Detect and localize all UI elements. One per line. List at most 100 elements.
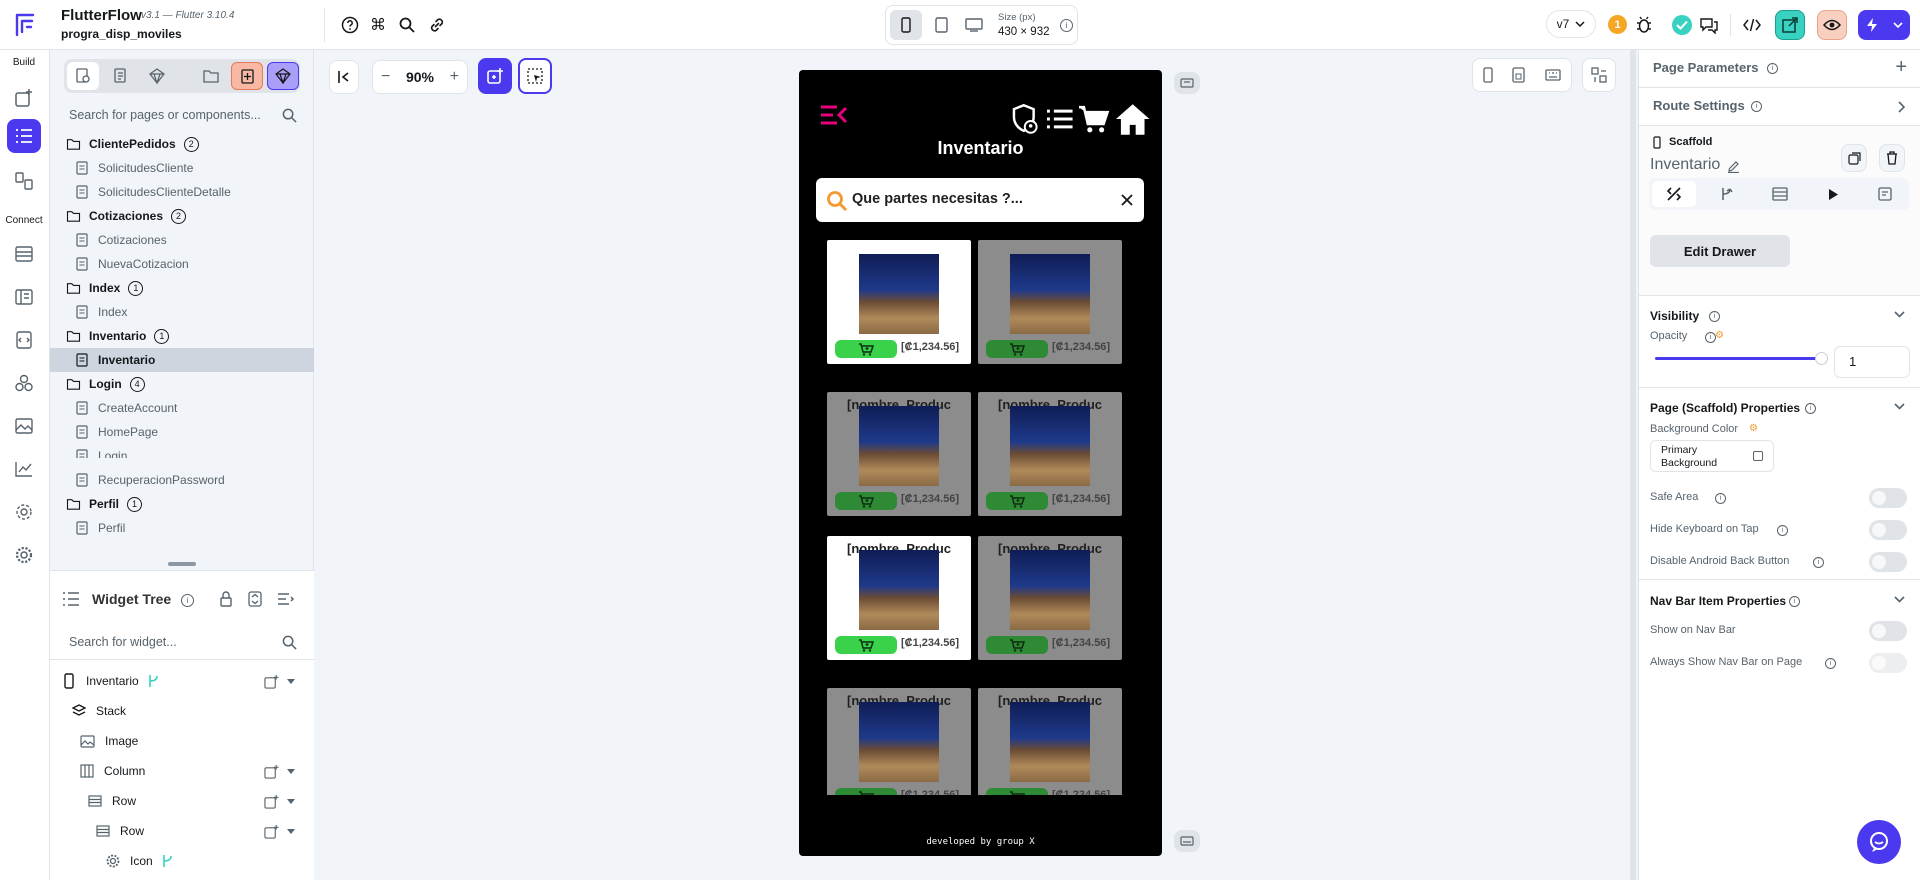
expand-collapse-icon[interactable] (247, 591, 263, 607)
page-item[interactable]: RecuperacionPassword (50, 468, 314, 492)
pages-tab-icon[interactable] (67, 62, 99, 90)
documentation-tab-icon[interactable] (1863, 181, 1907, 207)
page-item[interactable]: Index (50, 300, 314, 324)
library-tab-icon[interactable] (141, 62, 173, 90)
deploy-icon[interactable] (1775, 10, 1805, 40)
help-icon[interactable] (339, 14, 361, 36)
product-card[interactable]: [nombre_Produc [₡1,234.56] (827, 536, 971, 660)
always-nav-toggle[interactable] (1869, 653, 1907, 673)
backend-query-tab-icon[interactable] (1758, 181, 1802, 207)
add-child-widget-icon[interactable] (264, 673, 300, 689)
page-item[interactable]: SolicitudesClienteDetalle (50, 180, 314, 204)
canvas-scrollbar[interactable] (1630, 50, 1636, 880)
menu-close-icon[interactable] (819, 104, 849, 126)
widget-row-image[interactable]: Image (50, 726, 314, 756)
project-name[interactable]: progra_disp_moviles (61, 27, 182, 41)
opacity-variable-icon[interactable]: ⚙ (1715, 330, 1724, 341)
product-card[interactable]: [nombre_Produc [₡1,234.56] (827, 392, 971, 516)
add-child-widget-icon[interactable] (264, 763, 300, 779)
add-child-widget-icon[interactable] (264, 793, 300, 809)
command-icon[interactable]: ⌘ (367, 14, 389, 36)
bug-icon[interactable] (1632, 13, 1656, 37)
desktop-device-icon[interactable] (959, 10, 989, 40)
add-child-widget-icon[interactable] (264, 823, 300, 839)
hide-keyboard-toggle[interactable] (1869, 520, 1907, 540)
widget-tree-icon[interactable] (7, 119, 41, 153)
actions-tab-icon[interactable] (1705, 181, 1749, 207)
page-item[interactable]: NuevaCotizacion (50, 252, 314, 276)
zoom-in-button[interactable]: + (450, 68, 459, 86)
add-to-cart-button[interactable] (835, 788, 897, 795)
link-icon[interactable] (426, 14, 448, 36)
add-to-cart-button[interactable] (835, 492, 897, 510)
theme-icon[interactable] (9, 368, 39, 398)
select-tool-button[interactable] (518, 58, 552, 94)
panel-resize-handle[interactable] (168, 562, 196, 566)
product-card[interactable]: [₡1,234.56] (978, 240, 1122, 364)
page-item[interactable]: Login (50, 444, 314, 458)
properties-tab-icon[interactable] (1652, 181, 1696, 207)
tablet-device-icon[interactable] (926, 10, 956, 40)
widget-search-icon[interactable] (282, 635, 297, 650)
add-component-icon[interactable] (267, 62, 299, 90)
search-icon[interactable] (396, 14, 418, 36)
layout-toggle-button[interactable] (1582, 58, 1616, 92)
components-tab-icon[interactable] (104, 62, 136, 90)
add-parameter-icon[interactable]: + (1895, 56, 1907, 79)
widget-row-icon[interactable]: Icon (50, 846, 314, 876)
folder-clientepedidos[interactable]: ClientePedidos 2 (50, 132, 314, 156)
page-item-selected[interactable]: Inventario (50, 348, 314, 372)
code-icon[interactable] (1738, 11, 1766, 39)
add-to-cart-button[interactable] (986, 636, 1048, 654)
page-item[interactable]: Perfil (50, 516, 314, 540)
zoom-value[interactable]: 90% (406, 69, 434, 85)
edit-drawer-button[interactable]: Edit Drawer (1650, 235, 1790, 267)
zoom-out-button[interactable]: − (381, 68, 390, 86)
product-card[interactable]: [₡1,234.56] (827, 240, 971, 364)
page-search-icon[interactable] (282, 108, 297, 123)
folder-index[interactable]: Index 1 (50, 276, 314, 300)
folder-perfil[interactable]: Perfil 1 (50, 492, 314, 516)
route-settings-row[interactable]: Route Settings i (1639, 88, 1920, 126)
integrations-icon[interactable] (9, 497, 39, 527)
api-calls-icon[interactable] (9, 325, 39, 355)
widget-search-input[interactable]: Search for widget... (69, 635, 177, 649)
run-button[interactable] (1858, 10, 1910, 40)
chat-icon[interactable] (1697, 13, 1721, 37)
lock-icon[interactable] (219, 591, 233, 607)
custom-code-icon[interactable] (9, 454, 39, 484)
new-folder-icon[interactable] (195, 62, 227, 90)
status-check-icon[interactable] (1672, 15, 1692, 35)
duplicate-page-button[interactable] (1841, 144, 1867, 172)
add-to-cart-button[interactable] (986, 340, 1048, 358)
widget-row-stack[interactable]: Stack (50, 696, 314, 726)
folder-inventario[interactable]: Inventario 1 (50, 324, 314, 348)
media-assets-icon[interactable] (9, 411, 39, 441)
preview-eye-icon[interactable] (1817, 10, 1847, 40)
size-value[interactable]: 430 × 932 (998, 26, 1049, 38)
opacity-input[interactable]: 1 (1834, 346, 1910, 378)
widget-tree-info-icon[interactable]: i (181, 594, 194, 607)
disable-back-toggle[interactable] (1869, 552, 1907, 572)
product-card[interactable]: [nombre_Produc [₡1,234.56] (827, 688, 971, 795)
flutterflow-logo-icon[interactable] (14, 12, 38, 38)
size-info-icon[interactable]: i (1060, 19, 1073, 32)
product-card[interactable]: [nombre_Produc [₡1,234.56] (978, 536, 1122, 660)
phone-search-bar[interactable]: Que partes necesitas ?... (816, 178, 1144, 222)
animations-tab-icon[interactable] (1811, 181, 1855, 207)
add-to-cart-button[interactable] (835, 340, 897, 358)
collapse-panel-button[interactable] (329, 60, 359, 94)
product-card[interactable]: [nombre_Produc [₡1,234.56] (978, 392, 1122, 516)
opacity-slider[interactable] (1655, 352, 1828, 365)
add-to-cart-button[interactable] (986, 788, 1048, 795)
storyboard-icon[interactable] (9, 166, 39, 196)
page-item[interactable]: HomePage (50, 420, 314, 444)
safe-area-toggle[interactable] (1869, 488, 1907, 508)
tree-options-icon[interactable] (277, 592, 295, 606)
bottom-keyboard-icon[interactable] (1174, 830, 1200, 852)
notification-badge[interactable]: 1 (1608, 15, 1627, 34)
bg-color-variable-icon[interactable]: ⚙ (1749, 423, 1758, 434)
firestore-icon[interactable] (9, 239, 39, 269)
top-safe-area-icon[interactable] (1174, 72, 1200, 94)
mobile-device-icon[interactable] (890, 10, 922, 40)
